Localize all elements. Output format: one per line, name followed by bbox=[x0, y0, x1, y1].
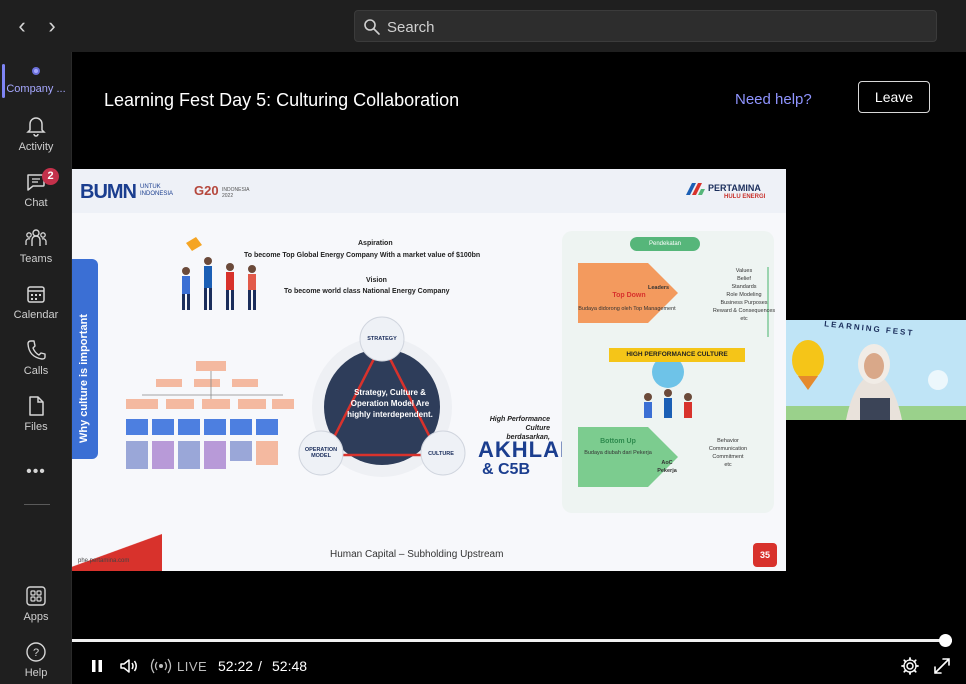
rail-label: Calendar bbox=[13, 309, 59, 321]
seek-bar[interactable] bbox=[72, 634, 952, 647]
operation-model-label: OPERATION MODEL bbox=[304, 447, 338, 459]
meeting-stage: Learning Fest Day 5: Culturing Collabora… bbox=[72, 52, 966, 684]
rail-item-files[interactable]: Files bbox=[0, 394, 72, 446]
rail-item-company[interactable]: Company ... bbox=[0, 58, 72, 110]
file-icon bbox=[29, 396, 44, 416]
bottom-up-title: Bottom Up bbox=[600, 438, 636, 445]
bottom-up-desc: Budaya diubah dari Pekerja bbox=[584, 450, 652, 456]
live-label: LIVE bbox=[177, 659, 208, 674]
top-down-desc: Budaya didorong oleh Top Management bbox=[578, 306, 676, 312]
search-icon bbox=[364, 19, 380, 35]
teams-icon bbox=[25, 229, 47, 246]
g20-logo: G20 bbox=[194, 183, 219, 198]
rail-item-calls[interactable]: Calls bbox=[0, 338, 72, 390]
leave-button[interactable]: Leave bbox=[858, 81, 930, 113]
approach-title: Pendekatan bbox=[630, 237, 700, 251]
app-rail: Company ... Activity 2 Chat Teams Calend… bbox=[0, 52, 72, 684]
rail-item-teams[interactable]: Teams bbox=[0, 226, 72, 278]
search-placeholder: Search bbox=[387, 19, 435, 36]
slide-footer-text: Human Capital – Subholding Upstream bbox=[330, 549, 504, 560]
seek-bar-knob[interactable] bbox=[938, 634, 952, 647]
unread-badge: 2 bbox=[42, 168, 59, 185]
svg-text:?: ? bbox=[33, 647, 39, 659]
rail-label: Teams bbox=[19, 253, 53, 265]
shared-slide: BUMN UNTUK INDONESIA G20 INDONESIA 2022 … bbox=[72, 169, 786, 571]
red-corner-decoration bbox=[72, 529, 162, 571]
aspiration-title: Aspiration bbox=[358, 240, 393, 247]
slide-footer-url: phe.pertamina.com bbox=[78, 558, 130, 564]
rail-divider bbox=[24, 504, 50, 505]
side-tab: Why culture is important bbox=[72, 259, 98, 459]
behavior-list: Behavior Communication Commitment etc bbox=[708, 438, 748, 468]
side-tab-label: Why culture is important bbox=[78, 314, 90, 443]
settings-gear-icon[interactable] bbox=[900, 656, 920, 676]
aoc-label: AoC Pekerja bbox=[657, 460, 677, 474]
aspiration-text: To become Top Global Energy Company With… bbox=[244, 252, 481, 259]
vision-title: Vision bbox=[366, 277, 387, 284]
time-separator: / bbox=[258, 658, 262, 674]
apps-icon bbox=[26, 586, 46, 606]
rail-item-apps[interactable]: Apps bbox=[0, 584, 72, 636]
participant-background bbox=[786, 320, 966, 420]
back-button[interactable]: ‹ bbox=[10, 12, 34, 40]
culture-label: CULTURE bbox=[428, 451, 454, 457]
more-apps-button[interactable]: ••• bbox=[0, 460, 72, 488]
participant-video[interactable]: LEARNING FEST bbox=[786, 320, 966, 420]
help-icon: ? bbox=[26, 642, 46, 662]
total-time: 52:48 bbox=[272, 658, 308, 674]
triangle-center-text: Strategy, Culture & Operation Model Are … bbox=[347, 388, 433, 419]
more-icon: ••• bbox=[26, 463, 46, 480]
rail-label: Help bbox=[24, 667, 48, 679]
org-chart-illustration bbox=[126, 361, 294, 469]
rail-label: Activity bbox=[18, 141, 54, 153]
pertamina-logo-icon bbox=[686, 183, 705, 195]
rail-item-activity[interactable]: Activity bbox=[0, 114, 72, 166]
active-indicator bbox=[2, 64, 5, 98]
leaders-label: Leaders bbox=[648, 285, 670, 291]
rail-item-chat[interactable]: 2 Chat bbox=[0, 168, 72, 222]
pause-icon[interactable] bbox=[88, 656, 106, 676]
bumn-logo: BUMN bbox=[80, 181, 137, 203]
rail-label: Calls bbox=[23, 365, 49, 377]
rail-item-help[interactable]: ? Help bbox=[0, 640, 72, 684]
phone-icon bbox=[27, 340, 46, 360]
teams-window: ‹ › Search Company ... Activity 2 Chat T… bbox=[0, 0, 966, 684]
pertamina-logo-text: PERTAMINA bbox=[708, 183, 761, 193]
current-time: 52:22 bbox=[218, 658, 254, 674]
calendar-icon bbox=[27, 286, 45, 303]
company-app-icon bbox=[32, 67, 40, 75]
pertamina-logo-sub: HULU ENERGI bbox=[724, 194, 766, 200]
rail-label: Chat bbox=[24, 197, 48, 209]
rail-label: Files bbox=[24, 421, 48, 433]
title-bar: ‹ › Search bbox=[0, 0, 966, 52]
rail-item-calendar[interactable]: Calendar bbox=[0, 282, 72, 334]
meeting-title: Learning Fest Day 5: Culturing Collabora… bbox=[104, 90, 460, 110]
search-box[interactable]: Search bbox=[354, 10, 937, 42]
hpc-banner: HIGH PERFORMANCE CULTURE bbox=[609, 348, 745, 362]
strategy-label: STRATEGY bbox=[367, 336, 397, 342]
c5b-logo: & C5B bbox=[482, 461, 531, 478]
top-down-title: Top Down bbox=[612, 292, 646, 299]
rail-label: Company ... bbox=[6, 83, 66, 95]
vision-text: To become world class National Energy Co… bbox=[284, 288, 450, 295]
live-broadcast-icon bbox=[150, 658, 172, 674]
g20-logo-sub: INDONESIA 2022 bbox=[222, 187, 250, 199]
bell-icon bbox=[26, 117, 46, 137]
volume-icon[interactable] bbox=[118, 656, 140, 676]
rail-label: Apps bbox=[23, 611, 49, 623]
bumn-logo-sub: UNTUK INDONESIA bbox=[140, 184, 174, 197]
forward-button[interactable]: › bbox=[40, 12, 64, 40]
seek-bar-fill bbox=[72, 639, 945, 642]
need-help-link[interactable]: Need help? bbox=[735, 91, 812, 108]
values-list: Values Belief Standards Role Modeling Bu… bbox=[712, 268, 776, 322]
team-trophy-illustration bbox=[182, 237, 256, 310]
anniversary-badge: 35 bbox=[753, 543, 777, 567]
fullscreen-icon[interactable] bbox=[932, 656, 952, 676]
